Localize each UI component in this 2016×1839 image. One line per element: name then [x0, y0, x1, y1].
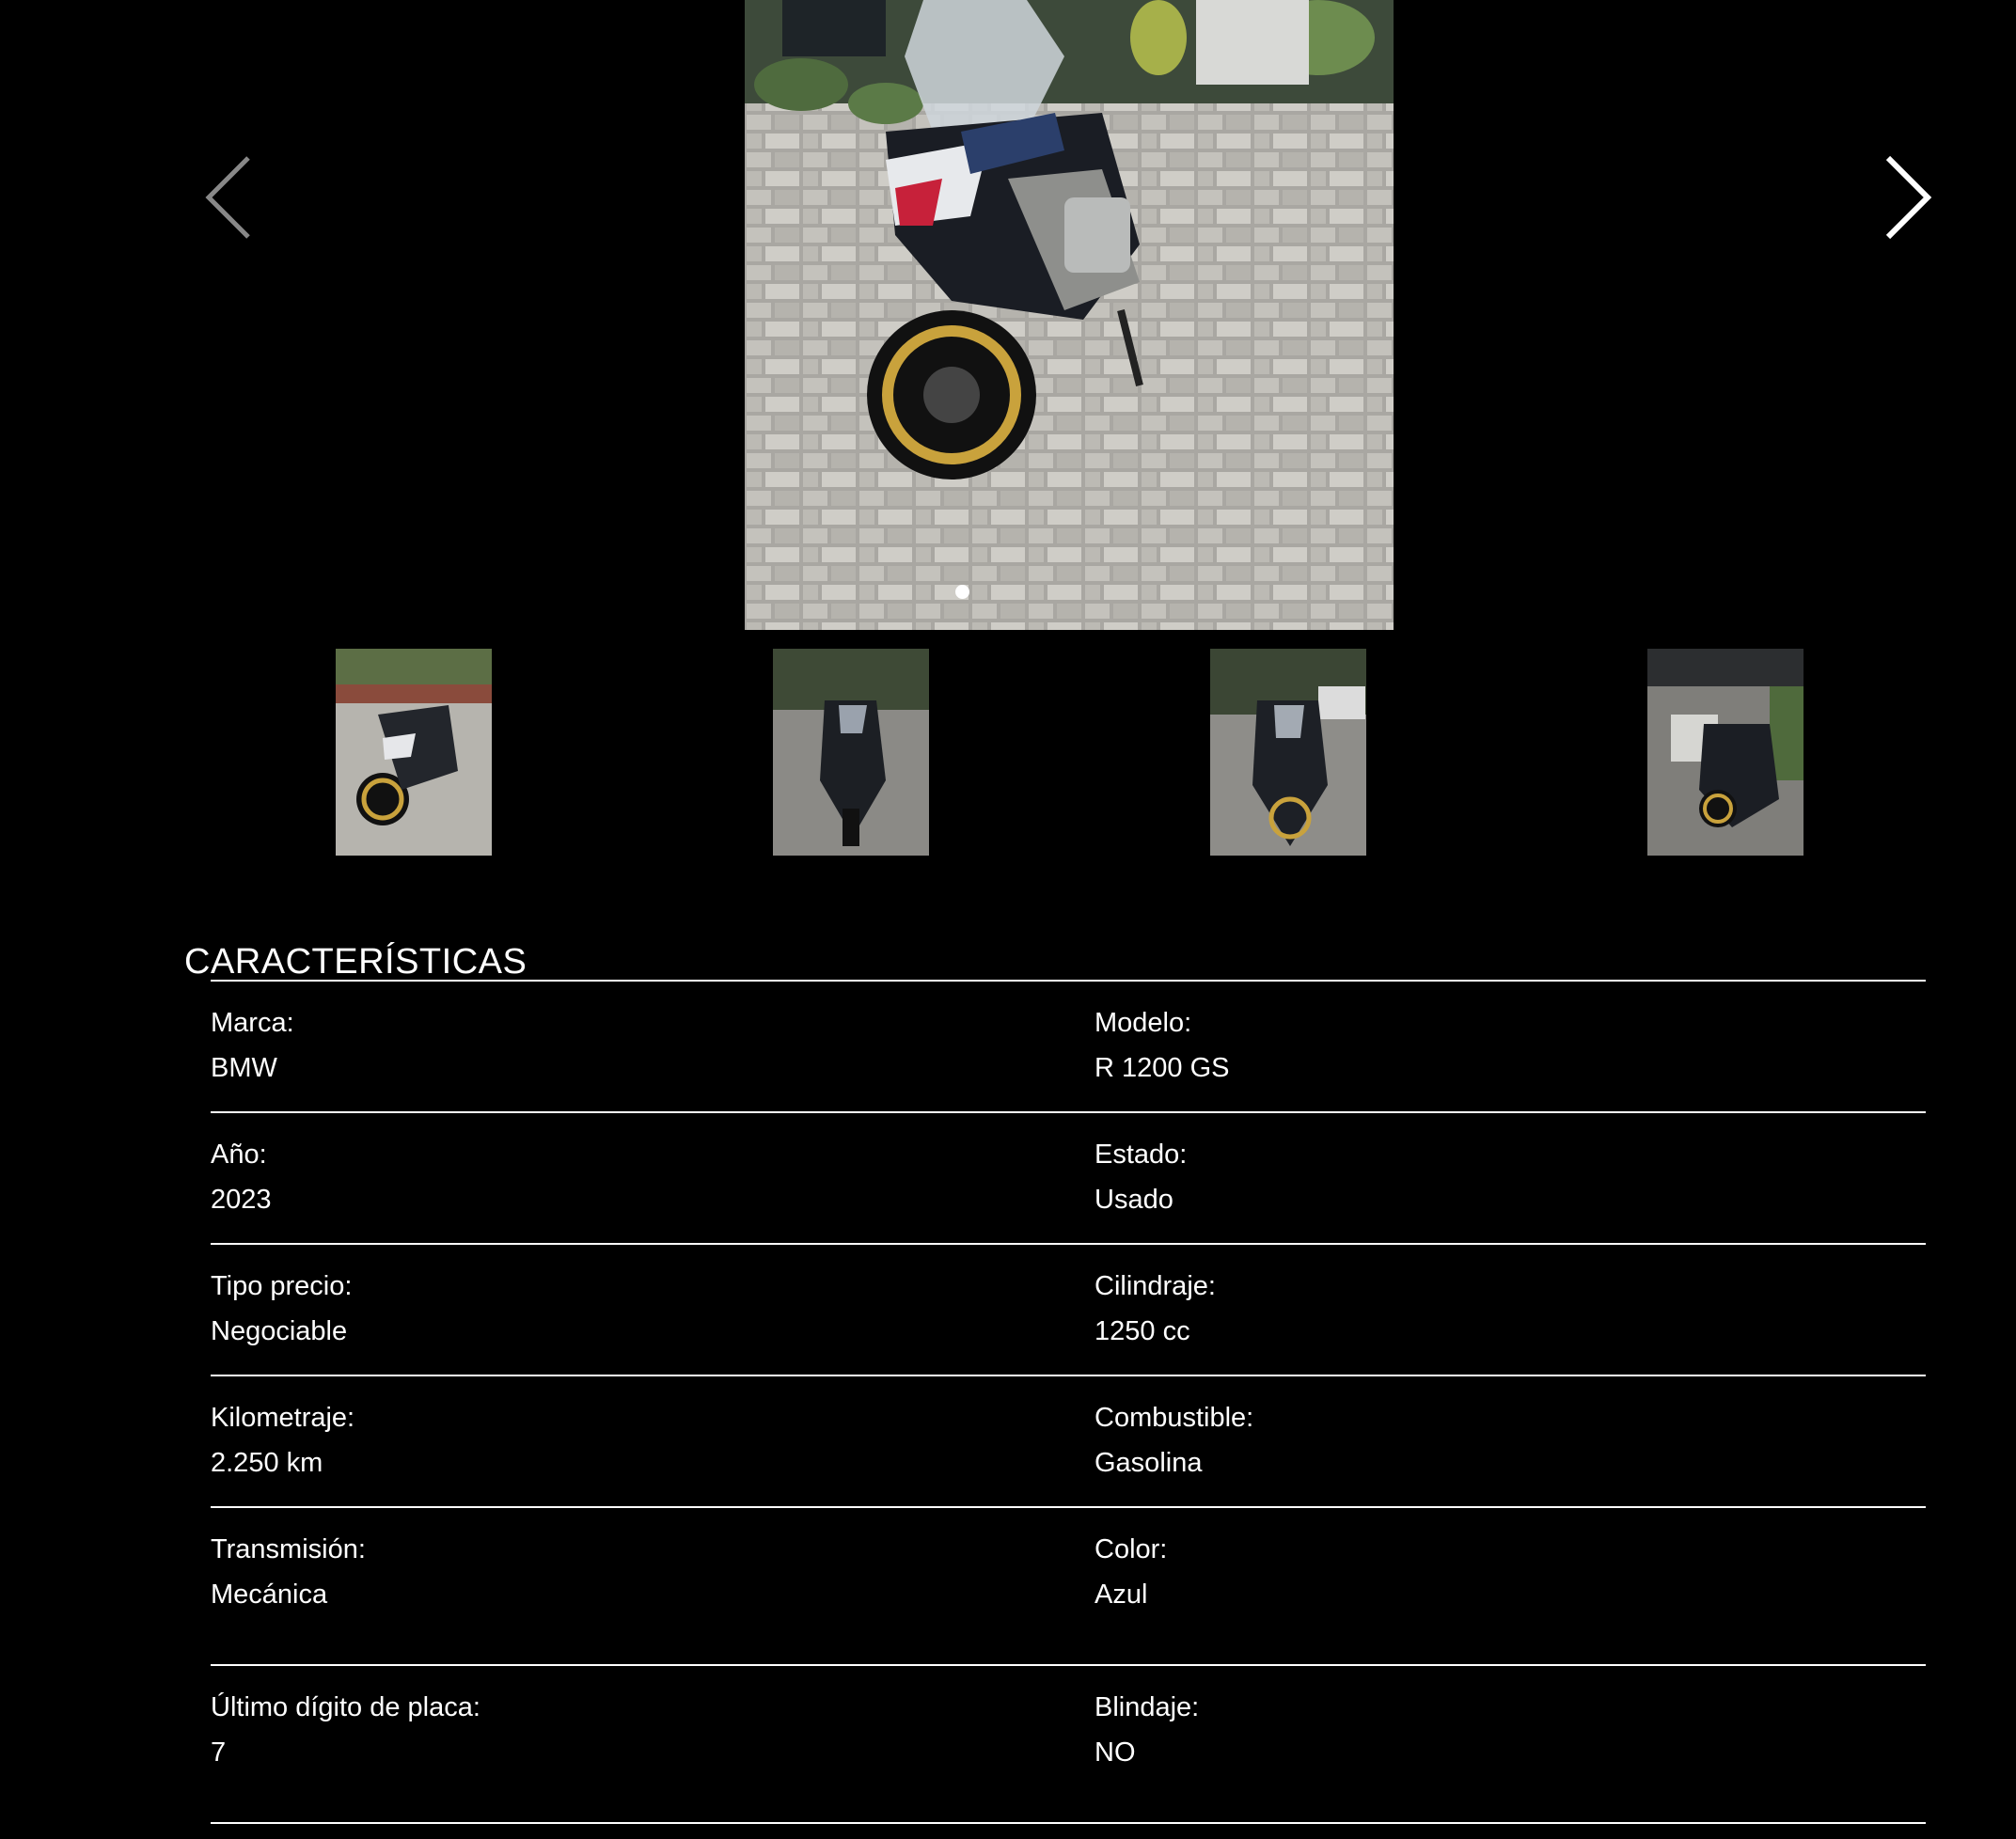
spec-value-tipo-precio: Negociable [211, 1316, 348, 1346]
spec-row: Año: 2023 Estado: Usado [211, 1111, 1926, 1243]
spec-value-kilometraje: 2.250 km [211, 1448, 323, 1478]
spec-label-ultimo-digito-placa: Último dígito de placa: [211, 1692, 480, 1722]
spec-label-transmision: Transmisión: [211, 1534, 366, 1564]
spec-row: Último dígito de placa: 7 Blindaje: NO [211, 1664, 1926, 1824]
spec-value-blindaje: NO [1095, 1737, 1136, 1768]
section-title: CARACTERÍSTICAS [184, 941, 528, 982]
spec-row: Marca: BMW Modelo: R 1200 GS [211, 980, 1926, 1111]
spec-cell: Transmisión: Mecánica [211, 1532, 366, 1611]
spec-cell: Último dígito de placa: 7 [211, 1690, 480, 1769]
spec-label-combustible: Combustible: [1095, 1403, 1254, 1433]
spec-cell: Marca: BMW [211, 1006, 294, 1085]
photo-gallery [0, 0, 2016, 630]
spec-value-combustible: Gasolina [1095, 1448, 1203, 1478]
chevron-right-icon [1885, 155, 1932, 240]
spec-value-marca: BMW [211, 1053, 277, 1083]
spec-label-cilindraje: Cilindraje: [1095, 1271, 1216, 1301]
carousel-indicator-dot[interactable] [955, 585, 969, 599]
spec-label-estado: Estado: [1095, 1140, 1188, 1170]
spec-label-ano: Año: [211, 1140, 267, 1170]
thumbnail-image [773, 649, 929, 856]
spec-label-blindaje: Blindaje: [1095, 1692, 1200, 1722]
spec-cell: Color: Azul [1095, 1532, 1167, 1611]
spec-cell: Modelo: R 1200 GS [1095, 1006, 1229, 1085]
spec-cell: Kilometraje: 2.250 km [211, 1401, 354, 1480]
spec-row: Kilometraje: 2.250 km Combustible: Gasol… [211, 1375, 1926, 1506]
spec-cell: Combustible: Gasolina [1095, 1401, 1253, 1480]
next-photo-button[interactable] [1879, 150, 1935, 244]
thumbnail-strip [0, 649, 2016, 857]
spec-label-kilometraje: Kilometraje: [211, 1403, 355, 1433]
spec-label-tipo-precio: Tipo precio: [211, 1271, 353, 1301]
thumbnail-image [1210, 649, 1366, 856]
spec-cell: Año: 2023 [211, 1138, 272, 1217]
main-photo[interactable] [745, 0, 1394, 630]
specs-table: Marca: BMW Modelo: R 1200 GS Año: 2023 E… [211, 980, 1926, 1824]
spec-label-modelo: Modelo: [1095, 1008, 1192, 1038]
spec-row: Transmisión: Mecánica Color: Azul [211, 1506, 1926, 1664]
thumbnail-4[interactable] [1647, 649, 1803, 856]
spec-cell: Cilindraje: 1250 cc [1095, 1269, 1216, 1348]
motorcycle-photo [745, 0, 1394, 630]
spec-value-modelo: R 1200 GS [1095, 1053, 1230, 1083]
previous-photo-button[interactable] [201, 150, 258, 244]
spec-cell: Blindaje: NO [1095, 1690, 1199, 1769]
spec-value-transmision: Mecánica [211, 1580, 328, 1610]
thumbnail-image [1647, 649, 1803, 856]
spec-cell: Estado: Usado [1095, 1138, 1187, 1217]
spec-value-ano: 2023 [211, 1185, 272, 1215]
thumbnail-image [336, 649, 492, 856]
thumbnail-3[interactable] [1210, 649, 1366, 856]
spec-label-marca: Marca: [211, 1008, 294, 1038]
thumbnail-2[interactable] [773, 649, 929, 856]
spec-label-color: Color: [1095, 1534, 1168, 1564]
spec-cell: Tipo precio: Negociable [211, 1269, 352, 1348]
thumbnail-1[interactable] [336, 649, 492, 856]
spec-value-estado: Usado [1095, 1185, 1173, 1215]
spec-value-color: Azul [1095, 1580, 1148, 1610]
chevron-left-icon [205, 156, 250, 239]
spec-value-cilindraje: 1250 cc [1095, 1316, 1190, 1346]
spec-row: Tipo precio: Negociable Cilindraje: 1250… [211, 1243, 1926, 1375]
spec-value-ultimo-digito-placa: 7 [211, 1737, 227, 1768]
